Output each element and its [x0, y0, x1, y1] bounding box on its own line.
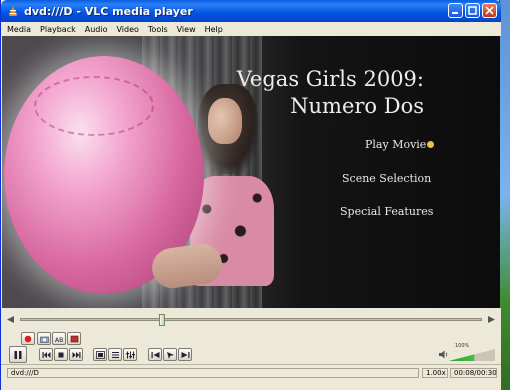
close-button[interactable] [482, 3, 497, 18]
frame-step-button[interactable] [67, 332, 81, 345]
dvd-menu-play-movie[interactable]: Play Movie [365, 138, 426, 151]
previous-button[interactable] [39, 348, 53, 361]
seek-back-arrow-icon[interactable] [7, 315, 14, 323]
loop-ab-button[interactable]: AB [52, 332, 66, 345]
loop-ab-icon: AB [55, 337, 63, 343]
previous-icon [42, 351, 50, 358]
pause-button[interactable] [9, 346, 27, 363]
stop-button[interactable] [54, 348, 68, 361]
seek-handle[interactable] [159, 313, 165, 326]
menu-playback[interactable]: Playback [40, 25, 76, 34]
desktop-background [500, 0, 510, 390]
menu-media[interactable]: Media [7, 25, 31, 34]
dvd-menu-scene-selection[interactable]: Scene Selection [342, 172, 431, 185]
window-title: dvd:///D - VLC media player [24, 4, 193, 18]
stop-icon [58, 352, 64, 357]
frame-forward-icon [181, 351, 189, 358]
menu-video[interactable]: Video [116, 25, 138, 34]
next-button[interactable] [69, 348, 83, 361]
status-time[interactable]: 00:08/00:30 [450, 368, 497, 378]
frame-step-icon [70, 335, 78, 342]
close-icon [485, 6, 494, 15]
frame-back-icon [151, 351, 159, 358]
equalizer-icon [125, 351, 135, 358]
minimize-icon [452, 12, 458, 14]
status-source: dvd:///D [7, 368, 419, 378]
title-bar[interactable]: dvd:///D - VLC media player [1, 0, 501, 22]
record-button[interactable] [21, 332, 35, 345]
seek-row [7, 313, 495, 326]
volume-control[interactable]: 100% [439, 343, 499, 364]
status-bar: dvd:///D 1.00x 00:08/00:30 [1, 364, 501, 390]
maximize-icon [468, 6, 477, 15]
menu-bar: Media Playback Audio Video Tools View He… [1, 22, 501, 36]
vlc-window: dvd:///D - VLC media player Media Playba… [0, 0, 501, 390]
menu-tools[interactable]: Tools [148, 25, 168, 34]
fullscreen-icon [95, 350, 105, 359]
status-source-text: dvd:///D [11, 369, 39, 377]
seek-forward-arrow-icon[interactable] [488, 315, 495, 323]
dvd-menu-special-features[interactable]: Special Features [340, 205, 433, 218]
seek-slider[interactable] [20, 313, 482, 326]
dvd-title-line1: Vegas Girls 2009: [236, 67, 424, 91]
svg-text:AB: AB [55, 337, 63, 343]
playlist-icon [111, 351, 119, 358]
dvd-title-line2: Numero Dos [290, 94, 424, 118]
camera-icon [39, 336, 49, 343]
speaker-icon[interactable] [439, 350, 448, 359]
status-time-text: 00:08/00:30 [454, 369, 497, 377]
frame-forward-button[interactable] [178, 348, 192, 361]
status-speed[interactable]: 1.00x [422, 368, 448, 378]
maximize-button[interactable] [465, 3, 480, 18]
dvd-title: Vegas Girls 2009: Numero Dos [237, 66, 424, 120]
menu-view[interactable]: View [177, 25, 196, 34]
pause-icon [14, 350, 22, 359]
vlc-cone-icon [6, 4, 20, 18]
playlist-button[interactable] [108, 348, 122, 361]
balloon-print-graphic [34, 76, 154, 136]
minimize-button[interactable] [448, 3, 463, 18]
fullscreen-button[interactable] [93, 348, 107, 361]
extended-settings-button[interactable] [123, 348, 137, 361]
record-icon [24, 335, 32, 342]
dvd-menu-icon [166, 351, 174, 359]
menu-audio[interactable]: Audio [85, 25, 108, 34]
next-icon [72, 351, 80, 358]
dvd-menu-selection-bullet [427, 141, 434, 148]
menu-help[interactable]: Help [205, 25, 223, 34]
video-area[interactable]: Vegas Girls 2009: Numero Dos Play Movie … [2, 36, 500, 308]
volume-label: 100% [455, 343, 470, 349]
snapshot-button[interactable] [37, 332, 51, 345]
status-speed-text: 1.00x [426, 369, 446, 377]
dvd-menu-button[interactable] [163, 348, 177, 361]
frame-back-button[interactable] [148, 348, 162, 361]
